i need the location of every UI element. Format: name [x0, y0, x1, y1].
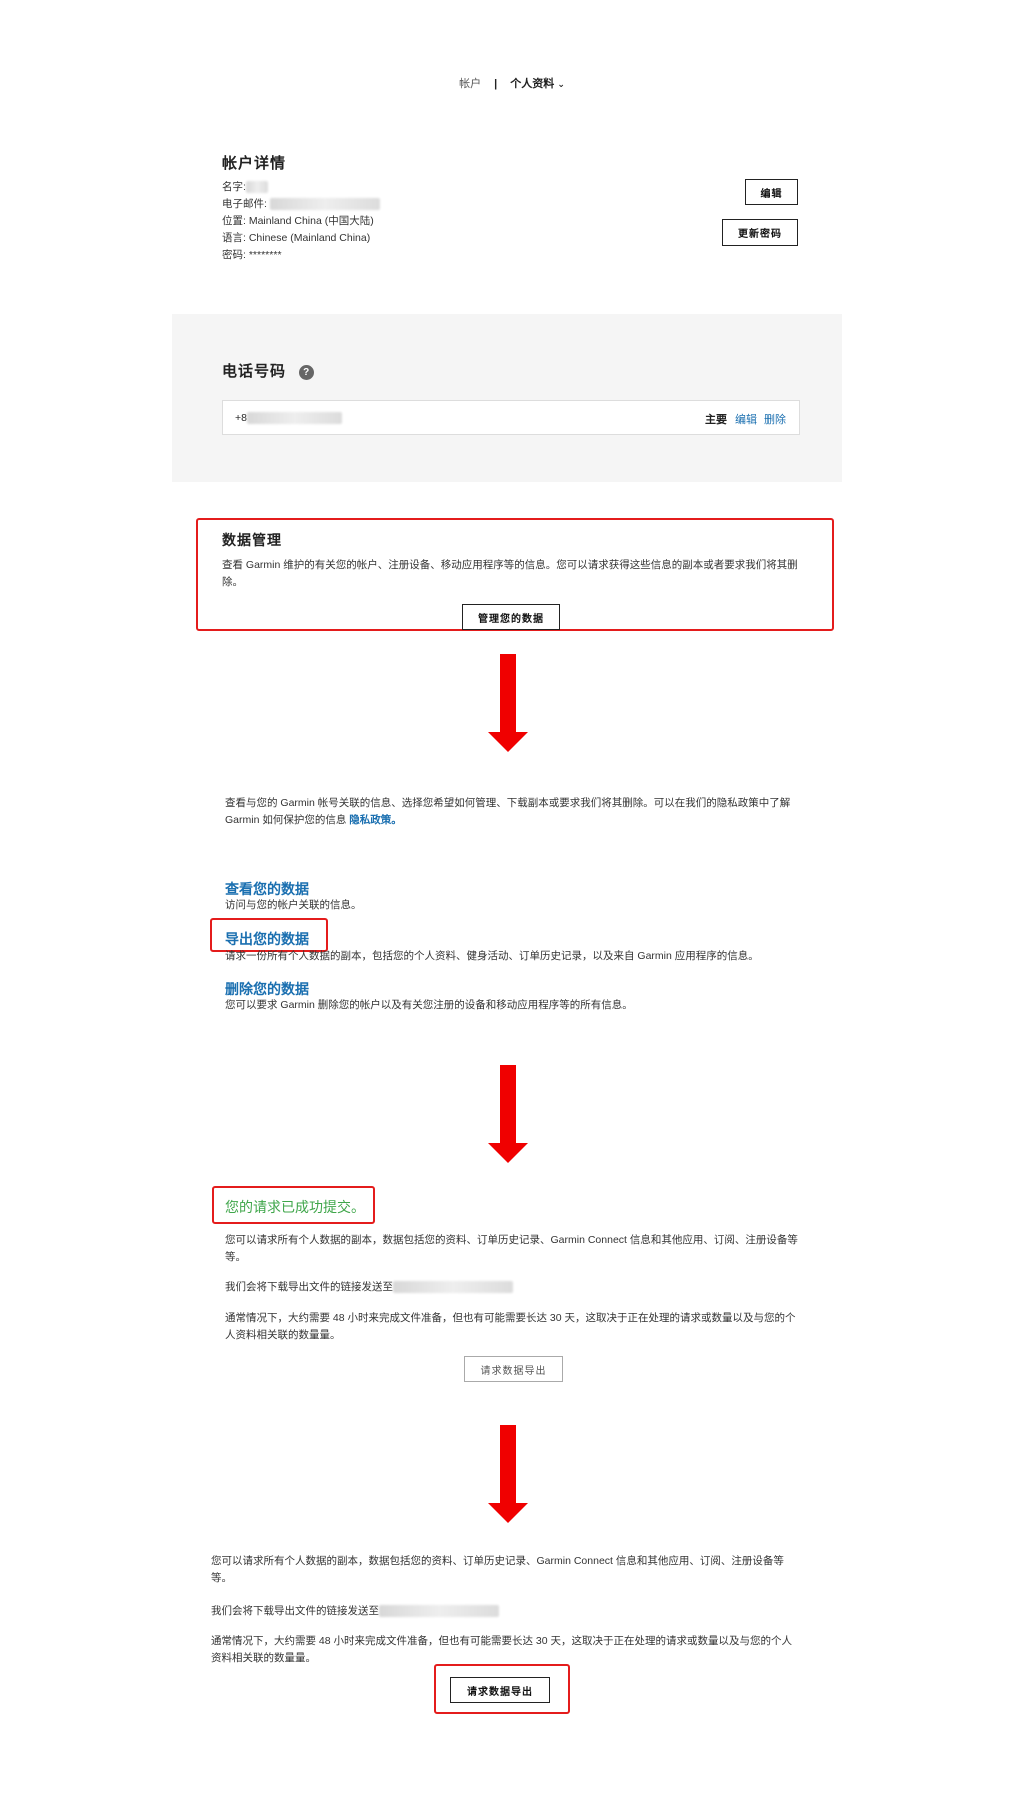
request-export-button-disabled[interactable]: 请求数据导出: [464, 1356, 563, 1382]
view-data-description: 访问与您的帐户关联的信息。: [225, 899, 362, 911]
email-row: 电子邮件:: [222, 196, 380, 213]
flow-arrow-1: [488, 654, 528, 752]
email-redacted: [269, 198, 380, 211]
phone-delete-link[interactable]: 删除: [764, 411, 786, 427]
nav-account-link[interactable]: 帐户: [459, 78, 481, 90]
nav-profile-label: 个人资料: [510, 78, 555, 90]
account-details-list: 名字: 电子邮件: 位置: Mainland China (中国大陆) 语言: …: [222, 179, 380, 264]
name-redacted: [245, 181, 268, 194]
phone-row: +8 主要 编辑 删除: [222, 400, 800, 435]
name-row: 名字:: [222, 179, 380, 196]
view-data-link[interactable]: 查看您的数据: [225, 879, 309, 899]
phone-section: [172, 314, 842, 482]
request-export-button[interactable]: 请求数据导出: [450, 1677, 550, 1703]
language-row: 语言: Chinese (Mainland China): [222, 232, 371, 244]
data-management-description: 查看 Garmin 维护的有关您的帐户、注册设备、移动应用程序等的信息。您可以请…: [222, 559, 798, 588]
help-icon[interactable]: ?: [299, 364, 315, 380]
request-paragraph-3: 通常情况下，大约需要 48 小时来完成文件准备，但也有可能需要长达 30 天，这…: [211, 1635, 793, 1664]
request-email-redacted: [379, 1605, 499, 1618]
export-data-description: 请求一份所有个人数据的副本，包括您的个人资料、健身活动、订单历史记录，以及来自 …: [225, 950, 759, 962]
request-paragraph-1: 您可以请求所有个人数据的副本，数据包括您的资料、订单历史记录、Garmin Co…: [211, 1555, 784, 1584]
delete-data-description: 您可以要求 Garmin 删除您的帐户以及有关您注册的设备和移动应用程序等的所有…: [225, 999, 633, 1011]
flow-arrow-2: [488, 1065, 528, 1163]
phone-edit-link[interactable]: 编辑: [735, 411, 757, 427]
data-management-title: 数据管理: [222, 532, 282, 548]
top-nav: 帐户 | 个人资料 ⌄: [0, 75, 1024, 91]
phone-primary-label: 主要: [705, 414, 727, 426]
success-paragraph-2: 我们会将下载导出文件的链接发送至: [225, 1279, 513, 1296]
manage-intro: 查看与您的 Garmin 帐号关联的信息、选择您希望如何管理、下载副本或要求我们…: [225, 797, 791, 826]
account-details-title: 帐户详情: [222, 155, 287, 172]
location-row: 位置: Mainland China (中国大陆): [222, 215, 374, 227]
nav-separator: |: [494, 78, 498, 90]
delete-data-link[interactable]: 删除您的数据: [225, 979, 309, 999]
request-paragraph-2: 我们会将下载导出文件的链接发送至: [211, 1603, 499, 1620]
success-paragraph-3: 通常情况下，大约需要 48 小时来完成文件准备，但也有可能需要长达 30 天，这…: [225, 1312, 796, 1341]
nav-profile-dropdown[interactable]: 个人资料 ⌄: [510, 78, 565, 90]
success-message: 您的请求已成功提交。: [225, 1199, 365, 1215]
phone-number: +8: [235, 412, 342, 425]
chevron-down-icon: ⌄: [557, 79, 565, 89]
phone-title: 电话号码 ?: [222, 360, 315, 381]
success-paragraph-1: 您可以请求所有个人数据的副本，数据包括您的资料、订单历史记录、Garmin Co…: [225, 1234, 798, 1263]
manage-your-data-button[interactable]: 管理您的数据: [462, 604, 560, 630]
password-row: 密码: ********: [222, 249, 282, 261]
update-password-button[interactable]: 更新密码: [722, 219, 798, 246]
flow-arrow-3: [488, 1425, 528, 1523]
export-data-link[interactable]: 导出您的数据: [225, 929, 309, 949]
success-email-redacted: [393, 1281, 513, 1294]
privacy-policy-link[interactable]: 隐私政策。: [349, 814, 402, 826]
edit-account-button[interactable]: 编辑: [745, 179, 798, 205]
